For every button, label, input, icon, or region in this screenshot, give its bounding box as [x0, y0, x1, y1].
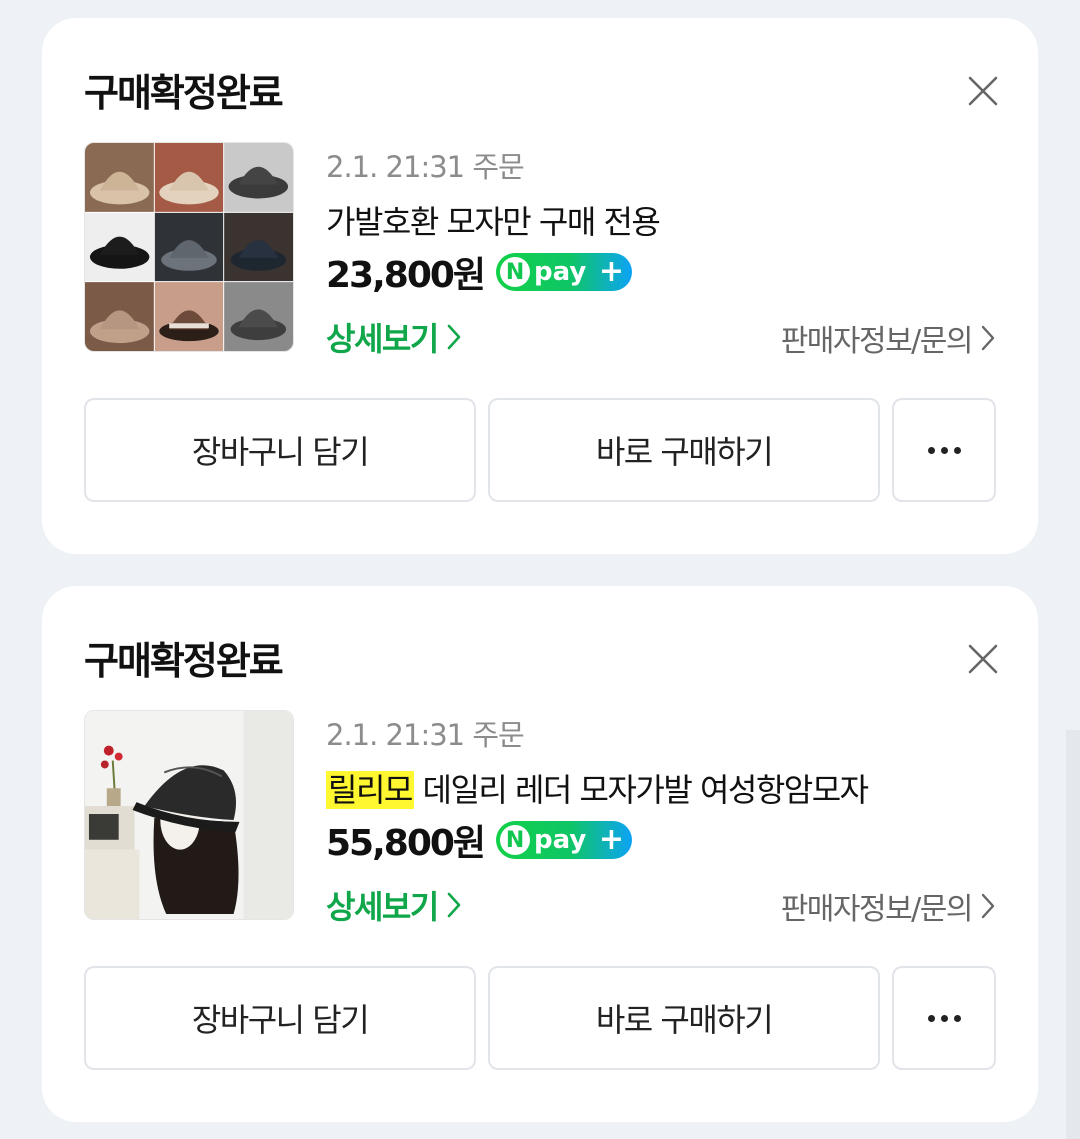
leather-hat-wig-image	[85, 711, 293, 919]
seller-info-link[interactable]: 판매자정보/문의	[781, 316, 996, 360]
order-status-title: 구매확정완료	[84, 71, 284, 115]
more-dots-icon	[927, 1014, 961, 1022]
view-details-label: 상세보기	[326, 888, 439, 926]
bucket-hat-grid-image	[85, 143, 293, 351]
product-thumbnail[interactable]	[84, 142, 294, 352]
npay-plus-icon: +	[598, 822, 625, 857]
chevron-right-icon	[447, 324, 461, 350]
npay-plus-badge[interactable]: N pay +	[496, 253, 633, 291]
product-price: 55,800원	[326, 823, 486, 864]
npay-plus-icon: +	[598, 254, 625, 289]
seller-info-link[interactable]: 판매자정보/문의	[781, 884, 996, 928]
buy-now-button[interactable]: 바로 구매하기	[488, 966, 880, 1070]
close-button[interactable]	[966, 74, 1000, 108]
npay-logo-icon: N	[500, 825, 531, 855]
seller-info-label: 판매자정보/문의	[780, 892, 974, 927]
add-to-cart-button[interactable]: 장바구니 담기	[84, 966, 476, 1070]
product-name-text: 데일리 레더 모자가발 여성항암모자	[413, 771, 870, 809]
more-dots-icon	[927, 446, 961, 454]
product-name[interactable]: 가발호환 모자만 구매 전용	[326, 197, 661, 243]
order-date: 2.1. 21:31 주문	[326, 150, 525, 184]
npay-plus-badge[interactable]: N pay +	[496, 821, 633, 859]
view-details-link[interactable]: 상세보기	[326, 314, 462, 360]
product-name-text: 가발호환 모자만 구매 전용	[326, 203, 661, 241]
product-thumbnail[interactable]	[84, 710, 294, 920]
close-icon	[968, 76, 998, 106]
order-status-title: 구매확정완료	[84, 639, 284, 683]
order-card: 구매확정완료	[42, 586, 1038, 1122]
price-row: 55,800원 N pay +	[326, 814, 633, 866]
buy-now-button[interactable]: 바로 구매하기	[488, 398, 880, 502]
chevron-right-icon	[981, 893, 995, 919]
more-options-button[interactable]	[892, 398, 996, 502]
scroll-edge	[1066, 730, 1080, 1139]
action-buttons: 장바구니 담기 바로 구매하기	[84, 398, 996, 502]
product-name[interactable]: 릴리모 데일리 레더 모자가발 여성항암모자	[326, 765, 870, 811]
view-details-link[interactable]: 상세보기	[326, 882, 462, 928]
add-to-cart-button[interactable]: 장바구니 담기	[84, 398, 476, 502]
action-buttons: 장바구니 담기 바로 구매하기	[84, 966, 996, 1070]
close-button[interactable]	[966, 642, 1000, 676]
price-row: 23,800원 N pay +	[326, 246, 633, 298]
search-highlight: 릴리모	[326, 771, 414, 809]
chevron-right-icon	[981, 325, 995, 351]
view-details-label: 상세보기	[326, 320, 439, 358]
seller-info-label: 판매자정보/문의	[780, 324, 974, 359]
order-date: 2.1. 21:31 주문	[326, 718, 525, 752]
more-options-button[interactable]	[892, 966, 996, 1070]
order-card: 구매확정완료	[42, 18, 1038, 554]
npay-text: pay	[534, 825, 587, 855]
npay-text: pay	[534, 257, 587, 287]
chevron-right-icon	[447, 892, 461, 918]
product-price: 23,800원	[326, 255, 486, 296]
npay-logo-icon: N	[500, 257, 531, 287]
close-icon	[968, 644, 998, 674]
